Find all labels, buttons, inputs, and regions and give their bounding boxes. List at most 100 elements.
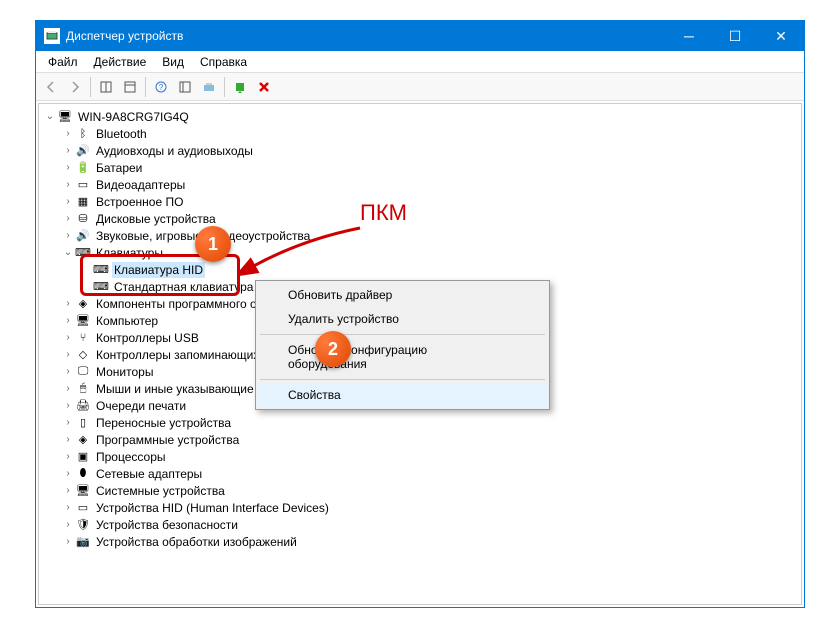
tree-label: Встроенное ПО: [94, 194, 185, 210]
toolbar-button[interactable]: [174, 76, 196, 98]
computer-icon: 🖥: [75, 313, 91, 329]
chevron-right-icon[interactable]: ›: [61, 451, 75, 462]
disk-icon: ⛁: [75, 211, 91, 227]
toolbar-separator: [224, 77, 225, 97]
computer-icon: 🖥: [57, 109, 73, 125]
chevron-right-icon[interactable]: ›: [61, 502, 75, 513]
show-hide-button[interactable]: [95, 76, 117, 98]
menu-file[interactable]: Файл: [40, 53, 86, 71]
tree-item[interactable]: ›◈Программные устройства: [43, 431, 797, 448]
chevron-right-icon[interactable]: ›: [61, 366, 75, 377]
context-menu-update-driver[interactable]: Обновить драйвер: [258, 283, 547, 307]
chevron-right-icon[interactable]: ›: [61, 162, 75, 173]
context-menu-uninstall[interactable]: Удалить устройство: [258, 307, 547, 331]
chevron-right-icon[interactable]: ›: [61, 349, 75, 360]
close-button[interactable]: ✕: [758, 21, 804, 51]
tree-label: Видеоадаптеры: [94, 177, 187, 193]
chevron-right-icon[interactable]: ›: [61, 315, 75, 326]
chevron-down-icon[interactable]: ⌄: [61, 247, 75, 258]
chevron-right-icon[interactable]: ›: [61, 332, 75, 343]
sound-icon: 🔊: [75, 228, 91, 244]
display-adapter-icon: ▭: [75, 177, 91, 193]
chevron-right-icon[interactable]: ›: [61, 417, 75, 428]
tree-item-hid-keyboard[interactable]: ⌨Клавиатура HID: [43, 261, 797, 278]
tree-item[interactable]: ›⛁Дисковые устройства: [43, 210, 797, 227]
storage-icon: ◇: [75, 347, 91, 363]
battery-icon: 🔋: [75, 160, 91, 176]
tree-item[interactable]: ›🔊Аудиовходы и аудиовыходы: [43, 142, 797, 159]
tree-label: Дисковые устройства: [94, 211, 218, 227]
help-button[interactable]: ?: [150, 76, 172, 98]
tree-label: Клавиатуры: [94, 245, 165, 261]
tree-label: Контроллеры USB: [94, 330, 201, 346]
tree-item-keyboards[interactable]: ⌄⌨Клавиатуры: [43, 244, 797, 261]
toolbar-separator: [90, 77, 91, 97]
minimize-button[interactable]: ─: [666, 21, 712, 51]
chevron-right-icon[interactable]: ›: [61, 196, 75, 207]
annotation-rmb: ПКМ: [360, 200, 407, 226]
keyboard-icon: ⌨: [75, 245, 91, 261]
toolbar-separator: [145, 77, 146, 97]
tree-label: Переносные устройства: [94, 415, 233, 431]
tree-label: Аудиовходы и аудиовыходы: [94, 143, 255, 159]
tree-item[interactable]: ›▯Переносные устройства: [43, 414, 797, 431]
tree-item[interactable]: ›⬮Сетевые адаптеры: [43, 465, 797, 482]
tree-label: Клавиатура HID: [112, 262, 205, 278]
mouse-icon: 🖱: [75, 381, 91, 397]
chevron-right-icon[interactable]: ›: [61, 519, 75, 530]
tree-label: Батареи: [94, 160, 144, 176]
keyboard-icon: ⌨: [93, 262, 109, 278]
chevron-right-icon[interactable]: ›: [61, 230, 75, 241]
chevron-right-icon[interactable]: ›: [61, 468, 75, 479]
usb-icon: ⑂: [75, 330, 91, 346]
tree-label: Устройства обработки изображений: [94, 534, 299, 550]
menu-view[interactable]: Вид: [154, 53, 192, 71]
chevron-right-icon[interactable]: ›: [61, 128, 75, 139]
tree-label: Процессоры: [94, 449, 168, 465]
tree-item[interactable]: ›▭Видеоадаптеры: [43, 176, 797, 193]
uninstall-button[interactable]: [253, 76, 275, 98]
tree-item[interactable]: ›ᛒBluetooth: [43, 125, 797, 142]
chevron-right-icon[interactable]: ›: [61, 213, 75, 224]
context-menu-separator: [260, 379, 545, 380]
context-menu-scan[interactable]: Обновить конфигурацию оборудования: [258, 338, 547, 376]
tree-label: Компьютер: [94, 313, 160, 329]
firmware-icon: ▦: [75, 194, 91, 210]
tree-root[interactable]: ⌄ 🖥 WIN-9A8CRG7IG4Q: [43, 108, 797, 125]
tree-item[interactable]: ›▭Устройства HID (Human Interface Device…: [43, 499, 797, 516]
chevron-right-icon[interactable]: ›: [61, 145, 75, 156]
tree-label: WIN-9A8CRG7IG4Q: [76, 109, 191, 125]
scan-hardware-button[interactable]: [198, 76, 220, 98]
tree-item[interactable]: ›🔊Звуковые, игровые и видеоустройства: [43, 227, 797, 244]
nav-back-button[interactable]: [40, 76, 62, 98]
chevron-right-icon[interactable]: ›: [61, 298, 75, 309]
chevron-right-icon[interactable]: ›: [61, 400, 75, 411]
maximize-button[interactable]: ☐: [712, 21, 758, 51]
update-driver-button[interactable]: [229, 76, 251, 98]
tree-item[interactable]: ›🖥Системные устройства: [43, 482, 797, 499]
chevron-right-icon[interactable]: ›: [61, 179, 75, 190]
chevron-right-icon[interactable]: ›: [61, 536, 75, 547]
hid-icon: ▭: [75, 500, 91, 516]
menu-action[interactable]: Действие: [86, 53, 155, 71]
nav-forward-button[interactable]: [64, 76, 86, 98]
menu-help[interactable]: Справка: [192, 53, 255, 71]
svg-text:?: ?: [159, 83, 164, 92]
context-menu-properties[interactable]: Свойства: [258, 383, 547, 407]
window-title: Диспетчер устройств: [66, 29, 183, 43]
tree-item[interactable]: ›🔋Батареи: [43, 159, 797, 176]
tree-item[interactable]: ›📷Устройства обработки изображений: [43, 533, 797, 550]
monitor-icon: 🖵: [75, 364, 91, 380]
chevron-right-icon[interactable]: ›: [61, 434, 75, 445]
cpu-icon: ▣: [75, 449, 91, 465]
tree-item[interactable]: ›▦Встроенное ПО: [43, 193, 797, 210]
chevron-down-icon[interactable]: ⌄: [43, 111, 57, 122]
properties-button[interactable]: [119, 76, 141, 98]
tree-label: Сетевые адаптеры: [94, 466, 204, 482]
tree-label: Bluetooth: [94, 126, 149, 142]
tree-item[interactable]: ›▣Процессоры: [43, 448, 797, 465]
annotation-badge-1: 1: [195, 226, 231, 262]
chevron-right-icon[interactable]: ›: [61, 383, 75, 394]
chevron-right-icon[interactable]: ›: [61, 485, 75, 496]
tree-item[interactable]: ›🛡Устройства безопасности: [43, 516, 797, 533]
